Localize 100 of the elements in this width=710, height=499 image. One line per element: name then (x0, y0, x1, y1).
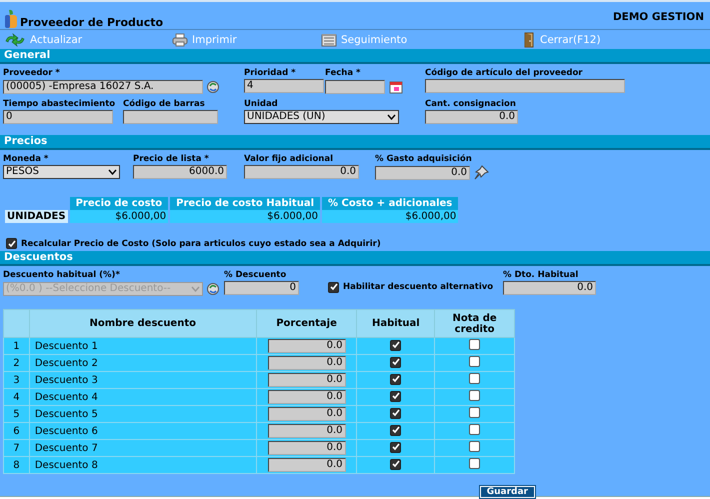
caret-icon (108, 169, 117, 175)
checkbox[interactable] (328, 282, 339, 292)
column-header: Nota de credito (434, 310, 514, 338)
checkbox[interactable] (390, 458, 402, 470)
calendar-icon[interactable] (388, 79, 404, 95)
column-header: Porcentaje (256, 310, 357, 338)
dropdown[interactable]: PESOS (3, 165, 120, 179)
input-field[interactable]: 0.0 (375, 166, 470, 180)
app-logo-icon (4, 9, 18, 29)
input-field[interactable]: 4 (244, 79, 324, 93)
table-cell: $6.000,00 (68, 210, 170, 223)
table-cell: Descuento 4 (29, 388, 256, 406)
ledger-icon (321, 33, 337, 47)
door-icon (522, 32, 536, 48)
row-number: 2 (4, 354, 30, 372)
field-label: % Dto. Habitual (503, 270, 580, 281)
input-field[interactable]: 0.0 (268, 339, 346, 353)
row-header: UNIDADES (4, 210, 69, 223)
checkbox[interactable] (390, 340, 402, 351)
input-field[interactable]: 0 (224, 281, 299, 295)
field-label: Unidad (244, 99, 279, 110)
table-cell: $6.000,00 (169, 210, 322, 223)
table-cell: $6.000,00 (321, 210, 458, 223)
checkbox-label: Habilitar descuento alternativo (343, 282, 494, 292)
field-label: Fecha * (325, 68, 362, 79)
row-number: 1 (4, 338, 30, 354)
window-title: Proveedor de Producto (20, 16, 164, 29)
column-header: Precio de costo (68, 197, 170, 210)
field-label: Precio de lista * (133, 154, 210, 165)
field-label: Código de barras (123, 99, 206, 110)
field-label: Código de artículo del proveedor (425, 68, 584, 79)
input-field[interactable] (325, 80, 385, 94)
table-cell: Descuento 6 (29, 422, 256, 440)
checkbox[interactable] (390, 408, 402, 419)
field-label: % Descuento (224, 270, 288, 281)
column-header: % Costo + adicionales (321, 197, 458, 210)
field-label: Valor fijo adicional (244, 154, 334, 165)
checkbox[interactable] (390, 390, 402, 402)
input-field[interactable]: (00005) -Empresa 16027 S.A. (3, 80, 203, 94)
table-cell: Descuento 5 (29, 406, 256, 422)
field-label: Prioridad * (244, 68, 297, 79)
checkbox[interactable] (469, 424, 480, 435)
checkbox[interactable] (6, 238, 17, 249)
save-button[interactable]: Guardar (480, 486, 535, 498)
table-cell: Descuento 8 (29, 456, 256, 474)
field-label: Proveedor * (3, 68, 61, 79)
checkbox[interactable] (469, 390, 480, 401)
checkbox[interactable] (390, 374, 402, 385)
checkbox[interactable] (469, 356, 480, 367)
table-cell: Descuento 7 (29, 440, 256, 456)
column-header: Precio de costo Habitual (169, 197, 322, 210)
section-header: Precios (0, 135, 710, 150)
input-field[interactable]: 0.0 (268, 356, 346, 370)
checkbox-label: Recalcular Precio de Costo (Solo para articulos cuyo estado sea a Adquirir) (21, 238, 381, 248)
row-number: 6 (4, 422, 30, 440)
table-cell: Descuento 3 (29, 372, 256, 388)
checkbox[interactable] (390, 424, 402, 436)
input-field[interactable]: 6000.0 (133, 165, 227, 179)
checkbox[interactable] (469, 373, 480, 384)
section-header: Descuentos (0, 251, 710, 266)
input-field[interactable] (123, 110, 218, 124)
row-number: 3 (4, 372, 30, 388)
field-label: Cant. consignacion (425, 99, 517, 110)
input-field[interactable]: 0.0 (425, 110, 518, 124)
refresh-icon (4, 33, 26, 47)
checkbox[interactable] (390, 442, 402, 453)
field-label: Tiempo abastecimiento (3, 99, 116, 110)
checkbox[interactable] (469, 458, 480, 469)
checkbox[interactable] (469, 441, 480, 452)
pushpin-icon[interactable] (473, 165, 489, 181)
dropdown[interactable]: UNIDADES (UN) (244, 110, 399, 124)
input-field[interactable]: 0.0 (268, 424, 346, 438)
input-field[interactable]: 0.0 (244, 165, 359, 179)
field-label: % Gasto adquisición (375, 154, 473, 165)
column-header: Nombre descuento (29, 310, 256, 338)
input-field[interactable]: 0.0 (268, 407, 346, 421)
field-label: Moneda * (3, 154, 50, 165)
row-number: 7 (4, 440, 30, 456)
row-number: 5 (4, 406, 30, 422)
checkbox[interactable] (469, 407, 480, 418)
table-cell: Descuento 1 (29, 338, 256, 354)
printer-icon (172, 33, 188, 47)
caret-icon (191, 286, 200, 292)
refresh-icon[interactable] (206, 79, 220, 95)
checkbox[interactable] (390, 356, 402, 368)
input-field[interactable]: 0.0 (268, 390, 346, 404)
input-field[interactable]: 0 (3, 110, 113, 124)
input-field[interactable]: 0.0 (503, 281, 596, 295)
refresh-icon[interactable] (206, 281, 220, 297)
checkbox[interactable] (469, 339, 480, 350)
table-cell: Descuento 2 (29, 354, 256, 372)
input-field[interactable]: 0.0 (268, 373, 346, 387)
row-number: 4 (4, 388, 30, 406)
company-name: DEMO GESTION (612, 10, 704, 25)
section-header: General (0, 49, 710, 64)
input-field[interactable] (425, 79, 625, 93)
input-field[interactable]: 0.0 (268, 441, 346, 455)
caret-icon (387, 114, 396, 120)
input-field[interactable]: 0.0 (268, 458, 346, 472)
field-label: Descuento habitual (%)* (3, 270, 121, 281)
